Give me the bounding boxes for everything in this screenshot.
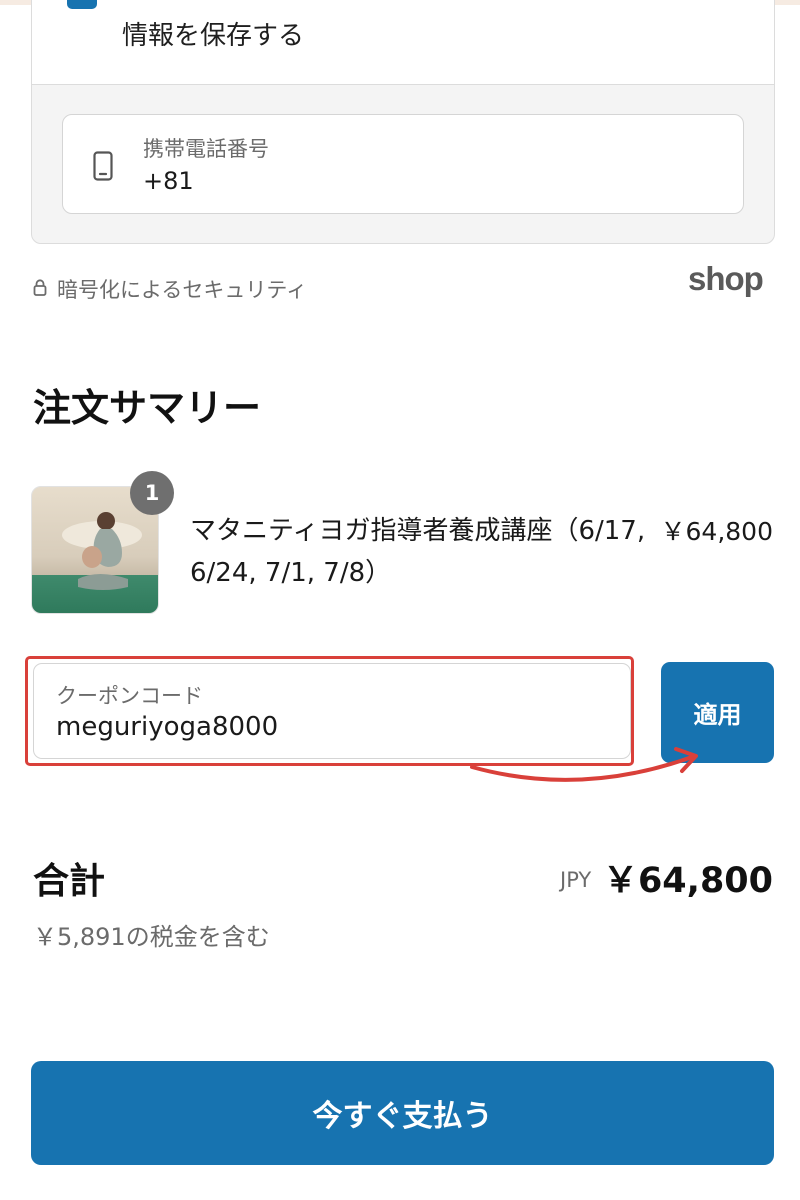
- pay-now-button[interactable]: 今すぐ支払う: [31, 1061, 774, 1165]
- total-label: 合計: [33, 861, 106, 902]
- phone-value[interactable]: +81: [143, 167, 194, 195]
- phone-field[interactable]: 携帯電話番号 +81: [62, 114, 744, 214]
- total-amount: ￥64,800: [602, 861, 773, 901]
- quantity-badge: 1: [130, 471, 174, 515]
- currency-code: JPY: [560, 868, 592, 892]
- save-info-checkbox[interactable]: [67, 0, 97, 9]
- product-price: ￥64,800: [660, 517, 773, 546]
- arrow-icon: [470, 747, 698, 782]
- phone-label: 携帯電話番号: [143, 137, 269, 161]
- product-name: マタニティヨガ指導者養成講座（6/17, 6/24, 7/1, 7/8）: [190, 516, 646, 588]
- lock-icon: [33, 277, 57, 301]
- security-text: 暗号化によるセキュリティ: [57, 278, 308, 302]
- order-summary-title: 注文サマリー: [33, 386, 262, 430]
- security-note: 暗号化によるセキュリティ: [33, 274, 307, 304]
- save-info-label: 情報を保存する: [122, 21, 305, 51]
- save-info-card: 情報を保存する 携帯電話番号 +81: [31, 0, 775, 244]
- shop-logo: shop: [688, 260, 764, 297]
- save-info-row[interactable]: 情報を保存する: [32, 0, 774, 85]
- phone-icon: [93, 151, 113, 181]
- tax-note: ￥5,891の税金を含む: [33, 923, 270, 951]
